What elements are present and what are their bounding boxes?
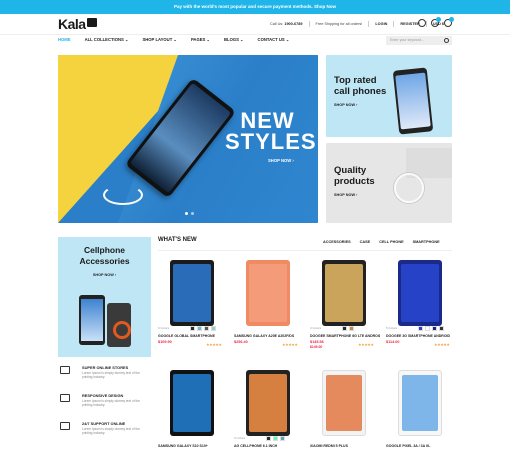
product-image[interactable]	[322, 260, 366, 326]
nav-item-home[interactable]: HOME	[58, 37, 71, 42]
user-icon[interactable]	[418, 19, 426, 27]
product-name[interactable]: GOOGLE GLOBAL SMARTPHONE	[158, 334, 228, 338]
divider	[158, 250, 452, 251]
product-card[interactable]: 6 Colors GOOGLE GLOBAL SMARTPHONE $109.9…	[156, 258, 228, 356]
feature-item: RESPONSIVE DESIGN Lorem Ipsum is simply …	[58, 390, 151, 418]
product-price: $114.00	[386, 340, 400, 344]
phone-info: Call Us: 1900-6789	[269, 22, 303, 26]
hero-shop-now-link[interactable]: SHOP NOW ›	[268, 158, 294, 163]
cart-icon[interactable]	[444, 17, 454, 27]
product-name[interactable]: SAMSUNG GALAXY S10 S10+	[158, 444, 228, 448]
product-price: $256.40	[234, 340, 248, 344]
color-swatches	[190, 326, 216, 331]
product-old-price: $149.00	[310, 345, 323, 349]
product-card[interactable]: SAMSUNG GALAXY A20E A202F/DS $256.40 ★★★…	[232, 258, 304, 356]
banner-shop-now-link[interactable]: SHOP NOW ›	[334, 103, 357, 107]
search-icon[interactable]	[444, 38, 449, 43]
product-price: $145.56	[310, 340, 324, 344]
hero-cable-image	[103, 185, 143, 205]
slider-dots	[185, 212, 194, 215]
banner-title: Cellphone Accessories	[79, 245, 130, 266]
responsive-icon	[60, 394, 70, 402]
shipping-text: Free Shipping for all orders!	[315, 22, 363, 26]
product-image[interactable]	[170, 260, 214, 326]
product-image[interactable]	[398, 260, 442, 326]
product-card[interactable]: GOOGLE PIXEL 3A / 3A XL	[384, 368, 456, 450]
product-price: $109.90	[158, 340, 172, 344]
cellphone-accessories-banner[interactable]: Cellphone Accessories SHOP NOW ›	[58, 237, 151, 357]
accessories-image	[73, 295, 138, 355]
hero-title: NEW STYLES	[225, 108, 317, 154]
header: Kala Call Us: 1900-6789 Free Shipping fo…	[0, 14, 510, 34]
tab-case[interactable]: CASE	[360, 240, 371, 244]
main-nav: HOME ALL COLLECTIONS ⌄ SHOP LAYOUT ⌄ PAG…	[0, 34, 510, 46]
whats-new-tabs: ACCESSORIES CASE CELL PHONE SMARTPHONE	[323, 240, 440, 244]
product-image[interactable]	[170, 370, 214, 436]
nav-item-blogs[interactable]: BLOGS ⌄	[224, 37, 244, 42]
product-image[interactable]	[246, 370, 290, 436]
features-list: SUPER ONLINE STORES Lorem Ipsum is simpl…	[58, 362, 151, 446]
logo[interactable]: Kala	[58, 16, 97, 32]
wishlist-icon[interactable]	[431, 17, 441, 27]
product-name[interactable]: DOOGEE SMARTPHONE 6G LTE ANDROID	[310, 334, 380, 338]
feature-item: SUPER ONLINE STORES Lorem Ipsum is simpl…	[58, 362, 151, 390]
product-card[interactable]: SAMSUNG GALAXY S10 S10+	[156, 368, 228, 450]
star-rating: ★★★★★	[434, 343, 450, 347]
feature-item: 24/7 SUPPORT ONLINE Lorem Ipsum is simpl…	[58, 418, 151, 446]
tab-smartphone[interactable]: SMARTPHONE	[413, 240, 440, 244]
product-name[interactable]: SAMSUNG GALAXY A20E A202F/DS	[234, 334, 304, 338]
top-announcement-bar: Pay with the world's most popular and se…	[0, 0, 510, 14]
nav-items: HOME ALL COLLECTIONS ⌄ SHOP LAYOUT ⌄ PAG…	[58, 37, 303, 42]
product-card[interactable]: XIAOMI REDMI 5 PLUS	[308, 368, 380, 450]
banner-title: Quality products	[334, 165, 375, 187]
product-card[interactable]: 3 Colors AG CELLPHONE 6.1 INCH	[232, 368, 304, 450]
login-link[interactable]: LOGIN	[375, 22, 387, 26]
product-name[interactable]: XIAOMI REDMI 5 PLUS	[310, 444, 380, 448]
star-rating: ★★★★★	[358, 343, 374, 347]
search-input[interactable]: Enter your keyword...	[386, 36, 452, 45]
logo-mark-icon	[86, 18, 97, 27]
product-name[interactable]: GOOGLE PIXEL 3A / 3A XL	[386, 444, 456, 448]
register-link[interactable]: REGISTER	[400, 22, 419, 26]
cable-image	[394, 173, 424, 203]
slider-dot[interactable]	[185, 212, 188, 215]
product-name[interactable]: DOOGEE 3G SMARTPHONE ANDROID	[386, 334, 456, 338]
tab-cell-phone[interactable]: CELL PHONE	[379, 240, 403, 244]
product-card[interactable]: 5 Colors DOOGEE 3G SMARTPHONE ANDROID $1…	[384, 258, 456, 356]
store-icon	[60, 366, 70, 374]
color-swatches	[342, 326, 354, 331]
banner-title: Top rated call phones	[334, 75, 387, 97]
nav-item-all-collections[interactable]: ALL COLLECTIONS ⌄	[85, 37, 129, 42]
banner-quality-products[interactable]: Quality products SHOP NOW ›	[326, 143, 452, 223]
product-image[interactable]	[398, 370, 442, 436]
nav-item-contact-us[interactable]: CONTACT US ⌄	[258, 37, 290, 42]
divider	[393, 21, 395, 27]
hero-slider[interactable]: NEW STYLES SHOP NOW ›	[58, 55, 318, 223]
announcement-text[interactable]: Pay with the world's most popular and se…	[174, 4, 336, 9]
whats-new-title: WHAT'S NEW	[158, 237, 197, 243]
tab-accessories[interactable]: ACCESSORIES	[323, 240, 351, 244]
banner-top-rated[interactable]: Top rated call phones SHOP NOW ›	[326, 55, 452, 137]
product-image[interactable]	[246, 260, 290, 326]
product-image[interactable]	[322, 370, 366, 436]
nav-item-pages[interactable]: PAGES ⌄	[191, 37, 210, 42]
phone-image	[392, 67, 434, 135]
support-icon	[60, 422, 70, 430]
color-swatches	[266, 436, 285, 441]
search-placeholder: Enter your keyword...	[390, 38, 424, 42]
product-name[interactable]: AG CELLPHONE 6.1 INCH	[234, 444, 304, 448]
color-swatches	[418, 326, 444, 331]
nav-item-shop-layout[interactable]: SHOP LAYOUT ⌄	[142, 37, 176, 42]
star-rating: ★★★★★	[282, 343, 298, 347]
divider	[308, 21, 310, 27]
product-card[interactable]: 3 Colors DOOGEE SMARTPHONE 6G LTE ANDROI…	[308, 258, 380, 356]
slider-dot[interactable]	[191, 212, 194, 215]
star-rating: ★★★★★	[206, 343, 222, 347]
banner-shop-now-link[interactable]: SHOP NOW ›	[334, 193, 357, 197]
banner-shop-now-link[interactable]: SHOP NOW ›	[58, 273, 151, 277]
divider	[368, 21, 370, 27]
header-icons	[418, 17, 454, 27]
